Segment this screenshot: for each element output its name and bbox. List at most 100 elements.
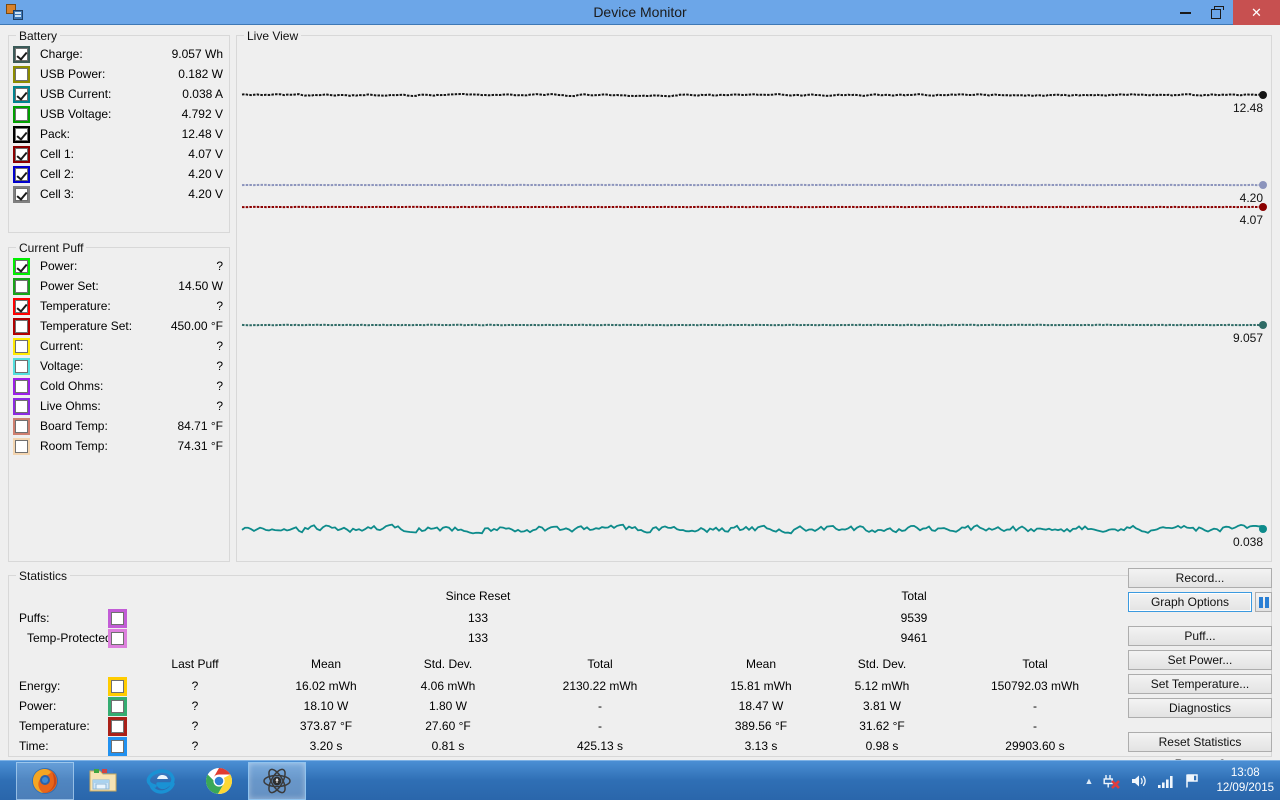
puff-metric-checkbox[interactable] (15, 320, 28, 333)
list-item[interactable]: Current:? (9, 336, 229, 356)
stats-table-cell: 3.13 s (691, 739, 831, 753)
taskbar-item-chrome[interactable] (190, 762, 248, 800)
puff-metric-color-swatch (13, 418, 30, 435)
stats-table-row-checkbox[interactable] (111, 720, 124, 733)
list-item[interactable]: Cell 1:4.07 V (9, 144, 229, 164)
live-graph-canvas[interactable]: 12.484.204.079.0570.038 (238, 37, 1272, 562)
puff-metric-checkbox[interactable] (15, 260, 28, 273)
volume-icon[interactable] (1130, 773, 1148, 789)
live-view-group[interactable]: Live View 12.484.204.079.0570.038 (236, 35, 1272, 562)
stats-puff-row-label: Puffs: (19, 611, 109, 625)
stats-table-cell: 150792.03 mWh (965, 679, 1105, 693)
list-item[interactable]: Voltage:? (9, 356, 229, 376)
network-disconnected-icon[interactable] (1102, 773, 1121, 790)
battery-metric-color-swatch (13, 186, 30, 203)
set-temperature-button[interactable]: Set Temperature... (1128, 674, 1272, 694)
puff-metric-value: ? (216, 299, 223, 313)
stats-table-row-checkbox[interactable] (111, 700, 124, 713)
list-item[interactable]: Live Ohms:? (9, 396, 229, 416)
graph-series-value-label: 4.07 (1219, 213, 1263, 227)
list-item[interactable]: USB Power:0.182 W (9, 64, 229, 84)
taskbar-item-atom-app[interactable] (248, 762, 306, 800)
list-item[interactable]: USB Current:0.038 A (9, 84, 229, 104)
pause-icon[interactable] (1255, 592, 1272, 612)
puff-metric-checkbox[interactable] (15, 400, 28, 413)
battery-metric-color-swatch (13, 86, 30, 103)
minimize-button[interactable] (1169, 0, 1201, 25)
action-center-flag-icon[interactable] (1184, 773, 1201, 789)
list-item[interactable]: Cell 3:4.20 V (9, 184, 229, 204)
battery-metric-checkbox[interactable] (15, 68, 28, 81)
stats-puff-row-color-swatch (108, 609, 127, 628)
puff-metric-checkbox[interactable] (15, 300, 28, 313)
battery-metric-label: Charge: (40, 47, 83, 61)
puff-metric-checkbox[interactable] (15, 340, 28, 353)
window-controls: ✕ (1169, 0, 1280, 25)
list-item[interactable]: Board Temp:84.71 °F (9, 416, 229, 436)
battery-metric-value: 4.20 V (188, 187, 223, 201)
taskbar-clock[interactable]: 13:08 12/09/2015 (1216, 766, 1274, 796)
chevron-up-icon[interactable]: ▲ (1085, 776, 1094, 786)
reset-statistics-button[interactable]: Reset Statistics (1128, 732, 1272, 752)
stats-table-cell: 389.56 °F (691, 719, 831, 733)
firefox-icon (30, 766, 60, 796)
puff-metric-color-swatch (13, 438, 30, 455)
puff-metric-checkbox[interactable] (15, 420, 28, 433)
graph-options-button[interactable]: Graph Options (1128, 592, 1252, 612)
list-item[interactable]: Cell 2:4.20 V (9, 164, 229, 184)
list-item[interactable]: USB Voltage:4.792 V (9, 104, 229, 124)
puff-metric-checkbox[interactable] (15, 440, 28, 453)
battery-metric-label: USB Voltage: (40, 107, 111, 121)
stats-puff-row-checkbox[interactable] (111, 612, 124, 625)
puff-metric-checkbox[interactable] (15, 280, 28, 293)
battery-metric-checkbox[interactable] (15, 188, 28, 201)
panel-spacer-2 (1128, 722, 1274, 732)
puff-metric-checkbox[interactable] (15, 360, 28, 373)
puff-button[interactable]: Puff... (1128, 626, 1272, 646)
battery-metric-checkbox[interactable] (15, 88, 28, 101)
stats-table-cell: 15.81 mWh (691, 679, 831, 693)
graph-series-line (242, 525, 1262, 534)
window-titlebar[interactable]: Device Monitor ✕ (0, 0, 1280, 25)
list-item[interactable]: Power:? (9, 256, 229, 276)
battery-metric-checkbox[interactable] (15, 128, 28, 141)
taskbar-item-file-explorer[interactable] (74, 762, 132, 800)
close-button[interactable]: ✕ (1233, 0, 1280, 25)
list-item[interactable]: Power Set:14.50 W (9, 276, 229, 296)
stats-puff-row-label: Temp-Protected: (27, 631, 117, 645)
puff-metric-checkbox[interactable] (15, 380, 28, 393)
restore-button[interactable] (1201, 0, 1233, 25)
puff-metric-label: Board Temp: (40, 419, 108, 433)
taskbar-item-internet-explorer[interactable] (132, 762, 190, 800)
battery-metric-checkbox[interactable] (15, 48, 28, 61)
battery-metric-color-swatch (13, 46, 30, 63)
list-item[interactable]: Pack:12.48 V (9, 124, 229, 144)
battery-metric-checkbox[interactable] (15, 108, 28, 121)
battery-group-label: Battery (16, 29, 60, 43)
battery-metric-checkbox[interactable] (15, 168, 28, 181)
set-power-button[interactable]: Set Power... (1128, 650, 1272, 670)
list-item[interactable]: Temperature:? (9, 296, 229, 316)
stats-table-row-checkbox[interactable] (111, 740, 124, 753)
stats-puff-row-checkbox[interactable] (111, 632, 124, 645)
stats-puff-total-value: 9461 (849, 631, 979, 645)
graph-series-line (242, 325, 1262, 326)
stats-puff-since-reset-value: 133 (413, 631, 543, 645)
taskbar-item-firefox[interactable] (16, 762, 74, 800)
battery-metric-color-swatch (13, 106, 30, 123)
record-button[interactable]: Record... (1128, 568, 1272, 588)
puff-metric-color-swatch (13, 338, 30, 355)
stats-header-total: Total (849, 589, 979, 603)
diagnostics-button[interactable]: Diagnostics (1128, 698, 1272, 718)
signal-bars-icon[interactable] (1157, 774, 1175, 789)
list-item[interactable]: Cold Ohms:? (9, 376, 229, 396)
battery-metric-checkbox[interactable] (15, 148, 28, 161)
puff-metric-label: Room Temp: (40, 439, 108, 453)
list-item[interactable]: Charge:9.057 Wh (9, 44, 229, 64)
file-explorer-icon (88, 767, 118, 795)
puff-metric-label: Live Ohms: (40, 399, 101, 413)
current-puff-group-label: Current Puff (16, 241, 86, 255)
list-item[interactable]: Room Temp:74.31 °F (9, 436, 229, 456)
list-item[interactable]: Temperature Set:450.00 °F (9, 316, 229, 336)
stats-table-row-checkbox[interactable] (111, 680, 124, 693)
